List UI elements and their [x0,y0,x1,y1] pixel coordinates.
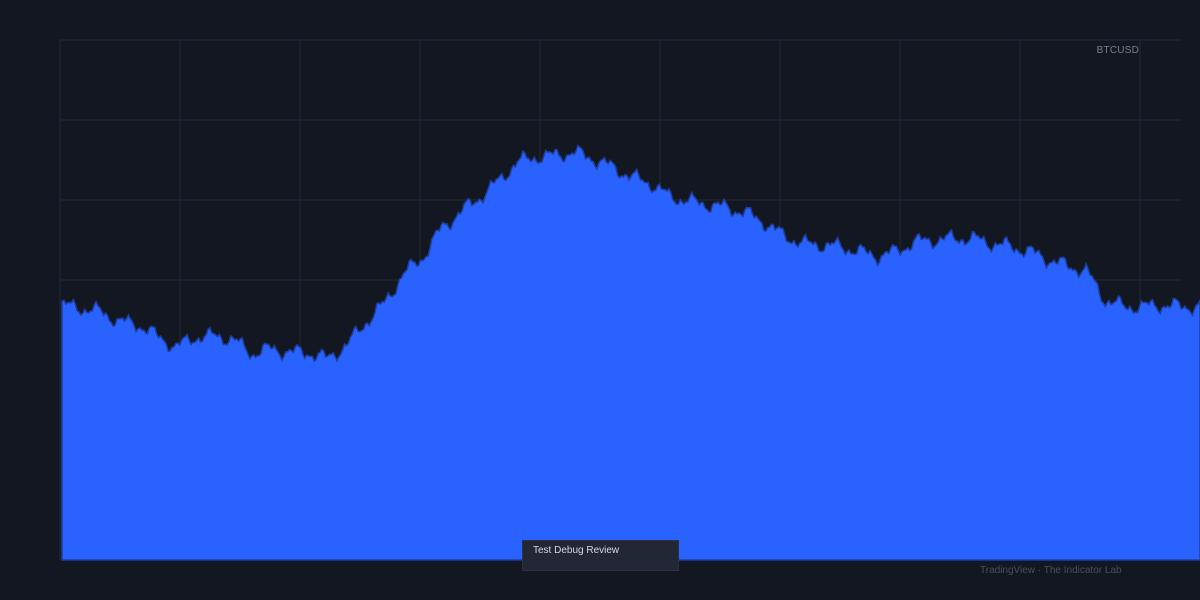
symbol-label: BTCUSD [1096,45,1139,56]
tooltip-text: Test Debug Review [533,545,620,556]
price-area [61,144,1200,561]
price-chart[interactable] [0,0,1200,600]
footer-credit: TradingView · The Indicator Lab [980,565,1122,576]
debug-tooltip: Test Debug Review [522,540,679,571]
